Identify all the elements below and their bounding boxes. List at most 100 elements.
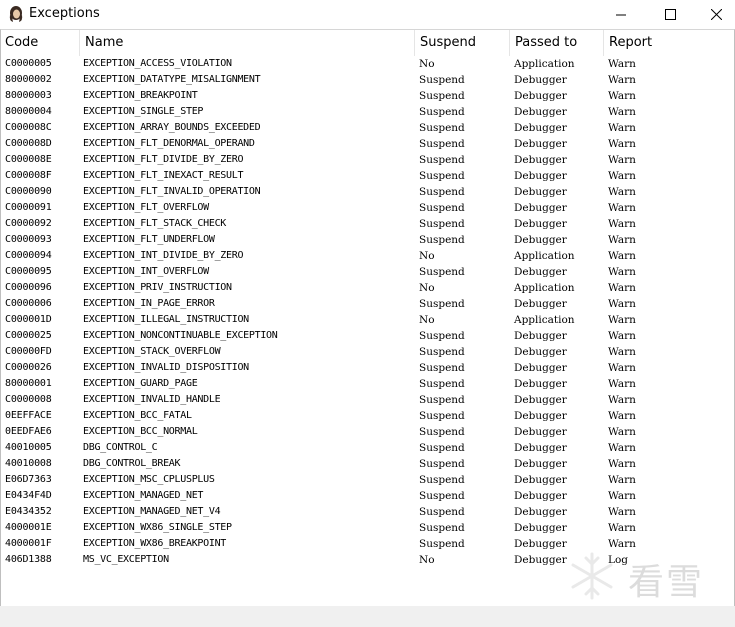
- column-header-report[interactable]: Report: [605, 30, 734, 56]
- table-row[interactable]: 40010008 DBG_CONTROL_BREAK Suspend Debugger…: [1, 456, 734, 472]
- column-header-passed-to[interactable]: Passed to: [511, 30, 603, 56]
- cell-name: EXCEPTION_DATATYPE_MISALIGNMENT: [83, 74, 261, 85]
- cell-suspend: Suspend: [419, 218, 465, 230]
- table-row[interactable]: E0434F4D EXCEPTION_MANAGED_NET Suspend Debu…: [1, 488, 734, 504]
- table-row[interactable]: C0000005 EXCEPTION_ACCESS_VIOLATION No Appl…: [1, 56, 734, 72]
- table-row[interactable]: 406D1388 MS_VC_EXCEPTION No Debugger Log: [1, 552, 734, 568]
- table-row[interactable]: C0000095 EXCEPTION_INT_OVERFLOW Suspend Deb…: [1, 264, 734, 280]
- table-row[interactable]: 0EEFFACE EXCEPTION_BCC_FATAL Suspend Debugg…: [1, 408, 734, 424]
- cell-name: EXCEPTION_INT_DIVIDE_BY_ZERO: [83, 250, 244, 261]
- column-divider[interactable]: [509, 30, 510, 56]
- cell-passed-to: Debugger: [514, 410, 567, 422]
- cell-code: 40010008: [5, 458, 52, 469]
- cell-name: EXCEPTION_WX86_SINGLE_STEP: [83, 522, 232, 533]
- table-row[interactable]: 4000001F EXCEPTION_WX86_BREAKPOINT Suspend…: [1, 536, 734, 552]
- table-row[interactable]: 80000002 EXCEPTION_DATATYPE_MISALIGNMENT S…: [1, 72, 734, 88]
- cell-code: 80000004: [5, 106, 52, 117]
- cell-passed-to: Debugger: [514, 298, 567, 310]
- minimize-button[interactable]: [598, 0, 644, 29]
- cell-suspend: Suspend: [419, 346, 465, 358]
- cell-code: C00000FD: [5, 346, 52, 357]
- minimize-icon: [616, 14, 626, 15]
- column-divider[interactable]: [414, 30, 415, 56]
- cell-suspend: Suspend: [419, 362, 465, 374]
- cell-name: EXCEPTION_FLT_DIVIDE_BY_ZERO: [83, 154, 244, 165]
- table-row[interactable]: 80000003 EXCEPTION_BREAKPOINT Suspend Debug…: [1, 88, 734, 104]
- table-row[interactable]: C0000006 EXCEPTION_IN_PAGE_ERROR Suspend De…: [1, 296, 734, 312]
- watermark-text: 看雪: [628, 562, 705, 603]
- table-row[interactable]: C0000091 EXCEPTION_FLT_OVERFLOW Suspend Deb…: [1, 200, 734, 216]
- cell-code: 4000001F: [5, 538, 52, 549]
- cell-suspend: Suspend: [419, 394, 465, 406]
- column-header-suspend[interactable]: Suspend: [416, 30, 509, 56]
- cell-suspend: Suspend: [419, 106, 465, 118]
- table-row[interactable]: 80000004 EXCEPTION_SINGLE_STEP Suspend Debu…: [1, 104, 734, 120]
- table-row[interactable]: C000008C EXCEPTION_ARRAY_BOUNDS_EXCEEDED S…: [1, 120, 734, 136]
- cell-passed-to: Debugger: [514, 330, 567, 342]
- cell-code: 0EEFFACE: [5, 410, 52, 421]
- table-row[interactable]: E0434352 EXCEPTION_MANAGED_NET_V4 Suspend D…: [1, 504, 734, 520]
- cell-name: EXCEPTION_BCC_NORMAL: [83, 426, 198, 437]
- column-divider[interactable]: [603, 30, 604, 56]
- cell-report: Warn: [608, 58, 636, 70]
- close-button[interactable]: [693, 0, 735, 29]
- cell-suspend: Suspend: [419, 154, 465, 166]
- cell-passed-to: Debugger: [514, 266, 567, 278]
- table-row[interactable]: C00000FD EXCEPTION_STACK_OVERFLOW Suspend D…: [1, 344, 734, 360]
- cell-suspend: Suspend: [419, 522, 465, 534]
- table-row[interactable]: C0000026 EXCEPTION_INVALID_DISPOSITION Sus…: [1, 360, 734, 376]
- table-row[interactable]: C0000094 EXCEPTION_INT_DIVIDE_BY_ZERO No Ap…: [1, 248, 734, 264]
- table-row[interactable]: C0000025 EXCEPTION_NONCONTINUABLE_EXCEPTI…: [1, 328, 734, 344]
- table-row[interactable]: 80000001 EXCEPTION_GUARD_PAGE Suspend Debug…: [1, 376, 734, 392]
- table-row[interactable]: C0000092 EXCEPTION_FLT_STACK_CHECK Suspend…: [1, 216, 734, 232]
- table-row[interactable]: 40010005 DBG_CONTROL_C Suspend Debugger Warn: [1, 440, 734, 456]
- table-row[interactable]: 4000001E EXCEPTION_WX86_SINGLE_STEP Suspen…: [1, 520, 734, 536]
- cell-code: C0000008: [5, 394, 52, 405]
- cell-code: C0000026: [5, 362, 52, 373]
- cell-name: EXCEPTION_FLT_UNDERFLOW: [83, 234, 215, 245]
- table-row[interactable]: 0EEDFAE6 EXCEPTION_BCC_NORMAL Suspend Debug…: [1, 424, 734, 440]
- table-row[interactable]: C0000008 EXCEPTION_INVALID_HANDLE Suspend D…: [1, 392, 734, 408]
- cell-name: EXCEPTION_NONCONTINUABLE_EXCEPTION: [83, 330, 278, 341]
- table-row[interactable]: C000008D EXCEPTION_FLT_DENORMAL_OPERAND Su…: [1, 136, 734, 152]
- exceptions-list[interactable]: Code Name Suspend Passed to Report C0000…: [0, 29, 735, 607]
- cell-code: C0000091: [5, 202, 52, 213]
- cell-name: EXCEPTION_IN_PAGE_ERROR: [83, 298, 215, 309]
- column-header-code[interactable]: Code: [1, 30, 79, 56]
- table-row[interactable]: C000008F EXCEPTION_FLT_INEXACT_RESULT Susp…: [1, 168, 734, 184]
- maximize-button[interactable]: [647, 0, 693, 29]
- cell-suspend: Suspend: [419, 122, 465, 134]
- cell-passed-to: Debugger: [514, 538, 567, 550]
- cell-suspend: Suspend: [419, 410, 465, 422]
- cell-code: C0000092: [5, 218, 52, 229]
- cell-suspend: Suspend: [419, 330, 465, 342]
- cell-name: EXCEPTION_PRIV_INSTRUCTION: [83, 282, 232, 293]
- app-icon: [9, 6, 23, 22]
- table-row[interactable]: C0000093 EXCEPTION_FLT_UNDERFLOW Suspend De…: [1, 232, 734, 248]
- title-bar: Exceptions: [0, 0, 735, 29]
- table-row[interactable]: E06D7363 EXCEPTION_MSC_CPLUSPLUS Suspend De…: [1, 472, 734, 488]
- cell-passed-to: Debugger: [514, 170, 567, 182]
- column-header-name[interactable]: Name: [81, 30, 414, 56]
- cell-code: C0000090: [5, 186, 52, 197]
- cell-code: 0EEDFAE6: [5, 426, 52, 437]
- table-row[interactable]: C0000096 EXCEPTION_PRIV_INSTRUCTION No Appl…: [1, 280, 734, 296]
- cell-suspend: Suspend: [419, 234, 465, 246]
- table-row[interactable]: C000008E EXCEPTION_FLT_DIVIDE_BY_ZERO Susp…: [1, 152, 734, 168]
- cell-report: Warn: [608, 458, 636, 470]
- cell-passed-to: Debugger: [514, 346, 567, 358]
- cell-report: Warn: [608, 314, 636, 326]
- column-divider[interactable]: [79, 30, 80, 56]
- cell-name: EXCEPTION_WX86_BREAKPOINT: [83, 538, 227, 549]
- cell-report: Warn: [608, 90, 636, 102]
- cell-report: Warn: [608, 266, 636, 278]
- cell-passed-to: Debugger: [514, 378, 567, 390]
- cell-name: EXCEPTION_FLT_DENORMAL_OPERAND: [83, 138, 255, 149]
- cell-passed-to: Debugger: [514, 218, 567, 230]
- cell-passed-to: Debugger: [514, 106, 567, 118]
- cell-name: DBG_CONTROL_BREAK: [83, 458, 181, 469]
- table-row[interactable]: C000001D EXCEPTION_ILLEGAL_INSTRUCTION No A…: [1, 312, 734, 328]
- cell-passed-to: Debugger: [514, 90, 567, 102]
- cell-code: C0000005: [5, 58, 52, 69]
- table-row[interactable]: C0000090 EXCEPTION_FLT_INVALID_OPERATION S…: [1, 184, 734, 200]
